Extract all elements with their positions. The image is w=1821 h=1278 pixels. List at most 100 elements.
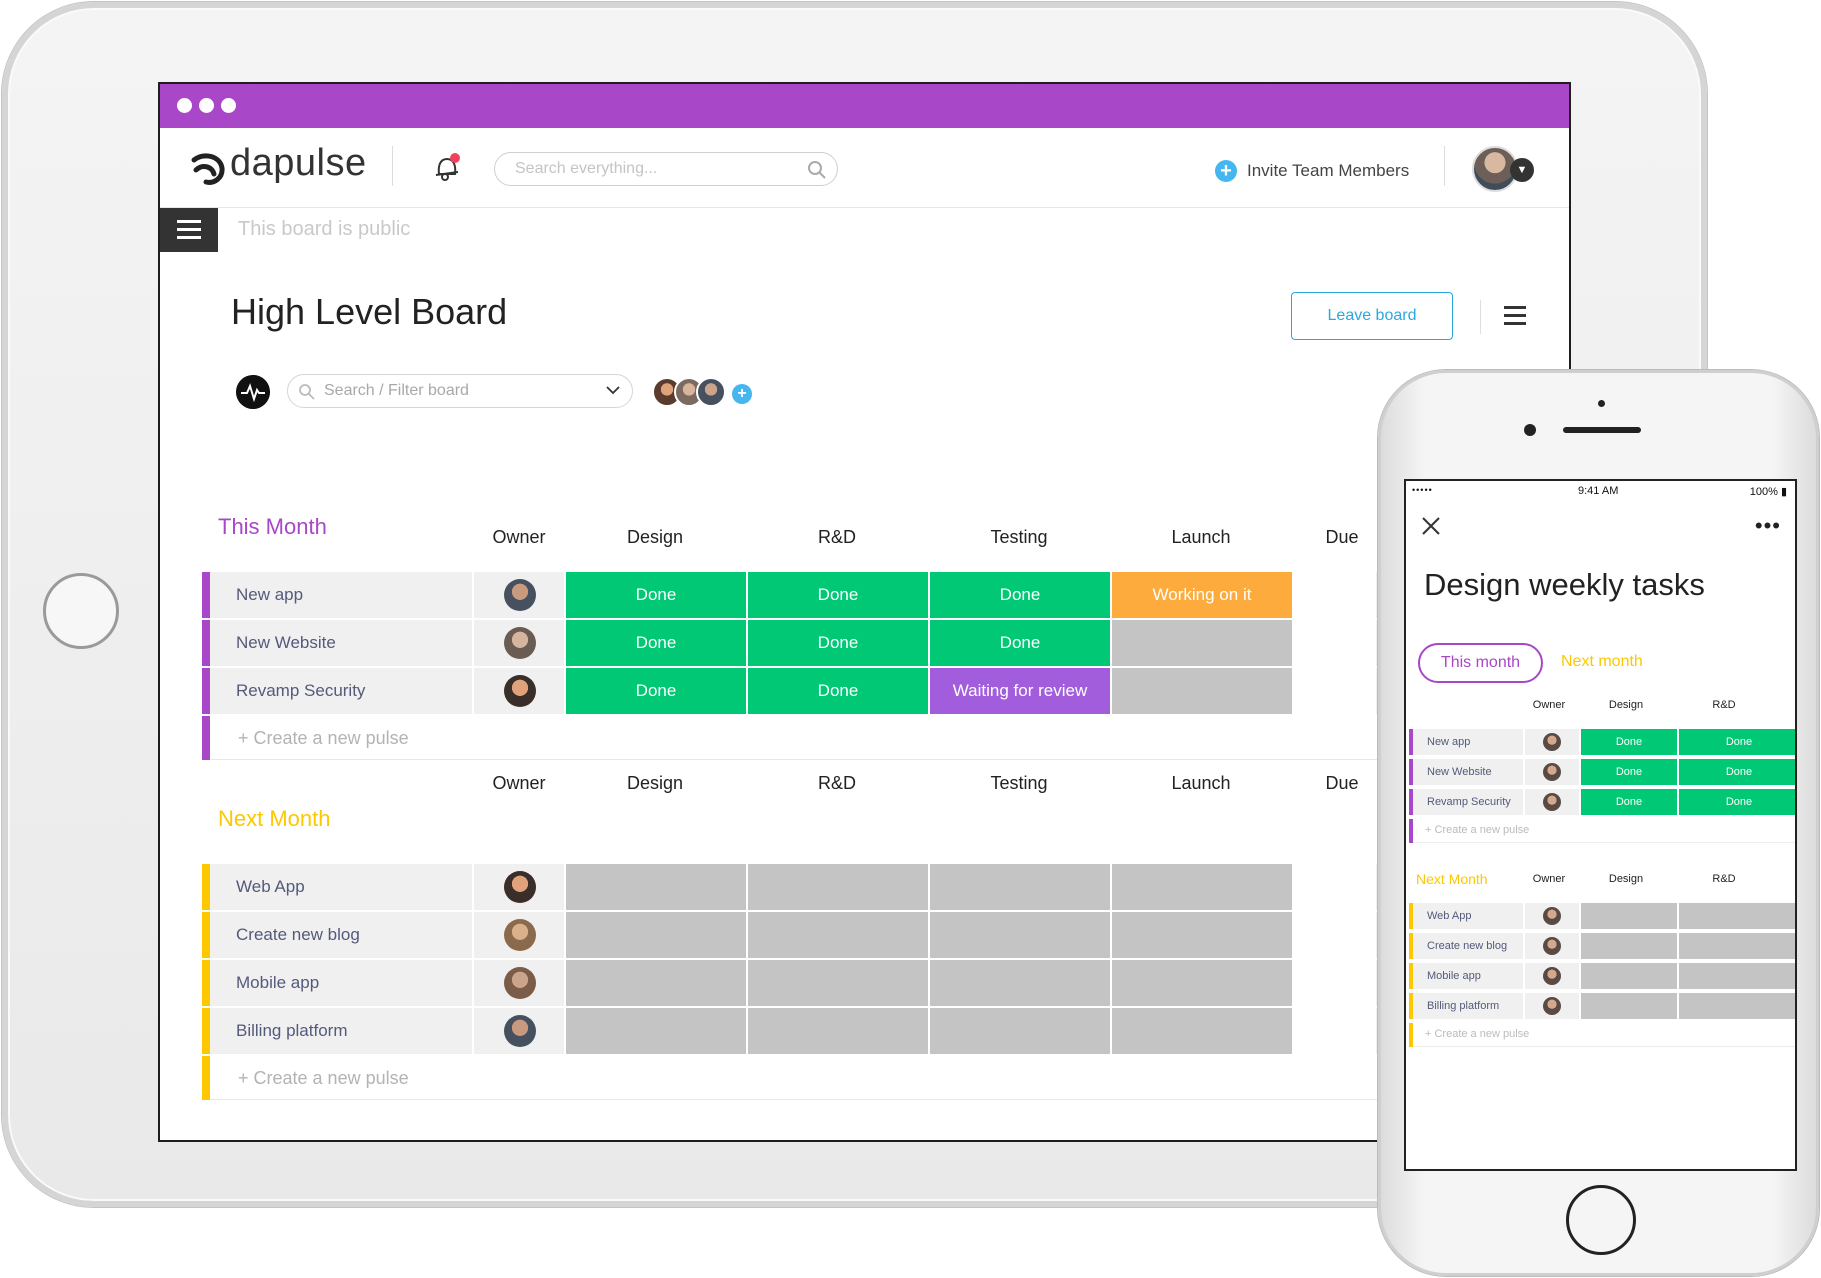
window-dot-icon[interactable]: [177, 98, 192, 113]
global-search-input[interactable]: [515, 160, 795, 178]
owner-cell[interactable]: [1525, 789, 1579, 815]
status-cell[interactable]: [1112, 620, 1292, 666]
column-header[interactable]: Design: [1578, 699, 1674, 711]
status-cell[interactable]: [1581, 903, 1677, 929]
invite-team-members-button[interactable]: + Invite Team Members: [1215, 159, 1409, 183]
status-cell[interactable]: [566, 864, 746, 910]
leave-board-button[interactable]: Leave board: [1291, 292, 1453, 340]
status-cell[interactable]: [748, 864, 928, 910]
column-header[interactable]: Launch: [1110, 773, 1292, 794]
status-cell[interactable]: [1112, 960, 1292, 1006]
create-pulse-input[interactable]: + Create a new pulse: [1425, 824, 1529, 836]
column-header[interactable]: R&D: [746, 527, 928, 548]
status-cell[interactable]: [1679, 933, 1795, 959]
board-title[interactable]: High Level Board: [231, 291, 507, 333]
member-avatar[interactable]: [696, 377, 726, 407]
status-cell[interactable]: [1112, 912, 1292, 958]
column-header[interactable]: Design: [1578, 873, 1674, 885]
status-cell[interactable]: Done: [566, 572, 746, 618]
status-cell[interactable]: [930, 864, 1110, 910]
board-filter[interactable]: [287, 374, 633, 408]
column-header[interactable]: Owner: [1522, 873, 1576, 885]
pulse-name[interactable]: Web App: [1413, 903, 1523, 929]
menu-toggle-button[interactable]: [160, 208, 218, 252]
pulse-name[interactable]: Billing platform: [210, 1008, 472, 1054]
pulse-name[interactable]: Billing platform: [1413, 993, 1523, 1019]
chevron-down-icon[interactable]: [606, 385, 620, 395]
status-cell[interactable]: [1581, 963, 1677, 989]
status-cell[interactable]: Waiting for review: [930, 668, 1110, 714]
pulse-name[interactable]: Revamp Security: [1413, 789, 1523, 815]
status-cell[interactable]: [566, 1008, 746, 1054]
add-member-icon[interactable]: +: [732, 384, 752, 404]
activity-pulse-icon[interactable]: [236, 375, 270, 409]
chevron-down-icon[interactable]: ▼: [1510, 158, 1534, 182]
status-cell[interactable]: Done: [1679, 759, 1795, 785]
group-title[interactable]: This Month: [218, 514, 327, 540]
status-cell[interactable]: Working on it: [1112, 572, 1292, 618]
owner-avatar[interactable]: [504, 627, 536, 659]
pulse-name[interactable]: Revamp Security: [210, 668, 472, 714]
pulse-name[interactable]: New Website: [1413, 759, 1523, 785]
owner-avatar[interactable]: [1543, 793, 1561, 811]
owner-avatar[interactable]: [1543, 907, 1561, 925]
owner-cell[interactable]: [1525, 933, 1579, 959]
pulse-name[interactable]: Web App: [210, 864, 472, 910]
status-cell[interactable]: [1112, 668, 1292, 714]
owner-avatar[interactable]: [504, 675, 536, 707]
owner-avatar[interactable]: [1543, 967, 1561, 985]
owner-cell[interactable]: [474, 572, 564, 618]
group-title[interactable]: Next Month: [218, 806, 331, 832]
status-cell[interactable]: [1679, 903, 1795, 929]
status-cell[interactable]: Done: [566, 668, 746, 714]
close-icon[interactable]: [1420, 515, 1442, 537]
pulse-name[interactable]: New Website: [210, 620, 472, 666]
column-header[interactable]: Launch: [1110, 527, 1292, 548]
owner-avatar[interactable]: [504, 1015, 536, 1047]
owner-cell[interactable]: [474, 912, 564, 958]
status-cell[interactable]: Done: [1679, 789, 1795, 815]
status-cell[interactable]: Done: [930, 572, 1110, 618]
status-cell[interactable]: [1581, 993, 1677, 1019]
owner-avatar[interactable]: [504, 871, 536, 903]
owner-cell[interactable]: [474, 620, 564, 666]
pulse-name[interactable]: Create new blog: [210, 912, 472, 958]
owner-cell[interactable]: [1525, 759, 1579, 785]
owner-cell[interactable]: [474, 1008, 564, 1054]
board-filter-input[interactable]: [324, 382, 584, 400]
create-pulse-input[interactable]: + Create a new pulse: [1425, 1028, 1529, 1040]
search-icon[interactable]: [807, 160, 827, 180]
owner-avatar[interactable]: [504, 967, 536, 999]
owner-avatar[interactable]: [1543, 763, 1561, 781]
owner-avatar[interactable]: [1543, 997, 1561, 1015]
owner-cell[interactable]: [474, 668, 564, 714]
phone-home-button[interactable]: [1566, 1185, 1636, 1255]
create-pulse-input[interactable]: + Create a new pulse: [238, 1068, 409, 1089]
status-cell[interactable]: Done: [748, 572, 928, 618]
owner-avatar[interactable]: [1543, 733, 1561, 751]
column-header[interactable]: R&D: [746, 773, 928, 794]
owner-cell[interactable]: [474, 960, 564, 1006]
status-cell[interactable]: [930, 1008, 1110, 1054]
tab-next-month[interactable]: Next month: [1561, 653, 1643, 671]
status-cell[interactable]: [1679, 993, 1795, 1019]
owner-cell[interactable]: [1525, 903, 1579, 929]
status-cell[interactable]: Done: [1581, 759, 1677, 785]
window-dot-icon[interactable]: [199, 98, 214, 113]
group-title[interactable]: Next Month: [1416, 871, 1488, 887]
status-cell[interactable]: [566, 960, 746, 1006]
owner-avatar[interactable]: [504, 579, 536, 611]
pulse-name[interactable]: Create new blog: [1413, 933, 1523, 959]
status-cell[interactable]: [1581, 933, 1677, 959]
owner-avatar[interactable]: [504, 919, 536, 951]
status-cell[interactable]: [566, 912, 746, 958]
column-header[interactable]: Owner: [1522, 699, 1576, 711]
status-cell[interactable]: [748, 912, 928, 958]
pulse-name[interactable]: Mobile app: [210, 960, 472, 1006]
status-cell[interactable]: Done: [566, 620, 746, 666]
notifications-bell-icon[interactable]: [430, 150, 464, 184]
status-cell[interactable]: Done: [1581, 729, 1677, 755]
owner-avatar[interactable]: [1543, 937, 1561, 955]
create-pulse-input[interactable]: + Create a new pulse: [238, 728, 409, 749]
pulse-name[interactable]: New app: [210, 572, 472, 618]
